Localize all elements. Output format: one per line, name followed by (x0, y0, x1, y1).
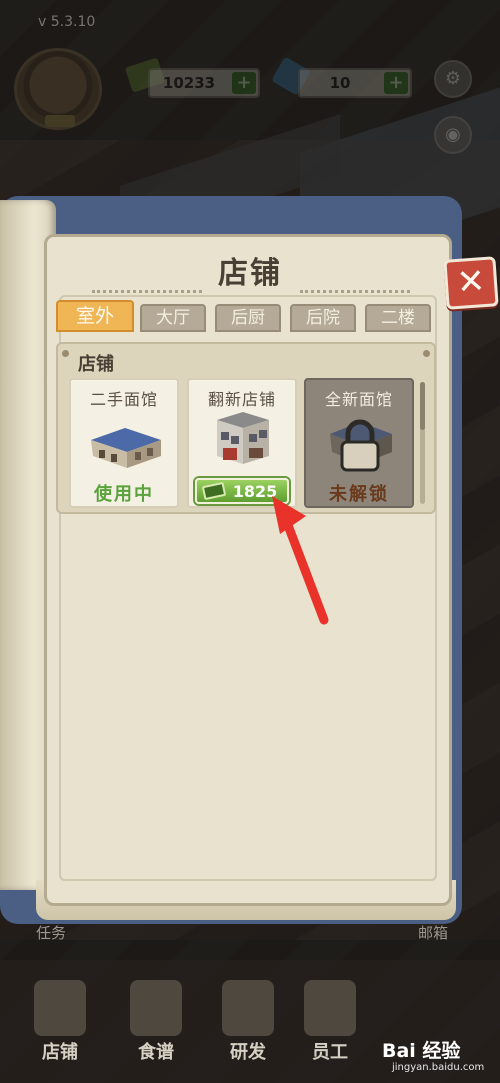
title-divider-right (300, 290, 410, 293)
nav-recipes-label: 食谱 (138, 1042, 174, 1063)
panel-title: 店铺 (218, 256, 282, 291)
card-name: 二手面馆 (89, 390, 158, 409)
tab-second-floor[interactable]: 二楼 (365, 304, 431, 332)
cards-scrollbar[interactable] (420, 382, 425, 504)
rivet (423, 350, 430, 357)
nav-shop-label: 店铺 (42, 1042, 78, 1063)
shop-panel (44, 234, 452, 906)
card-name: 全新面馆 (324, 390, 393, 409)
money-icon (201, 481, 227, 501)
task-label[interactable]: 任务 (36, 922, 66, 943)
title-divider-left (92, 290, 202, 293)
nav-research[interactable]: 研发 (208, 974, 288, 1074)
section-title: 店铺 (78, 354, 114, 375)
baidu-watermark: Bai 经验 (382, 1040, 461, 1062)
nav-research-label: 研发 (230, 1042, 266, 1063)
shop-icon (34, 980, 86, 1036)
nav-staff[interactable]: 员工 (290, 974, 370, 1074)
tab-outdoor[interactable]: 室外 (56, 300, 134, 332)
tab-hall[interactable]: 大厅 (140, 304, 206, 332)
rivet (62, 350, 69, 357)
cooking-pot-icon (222, 980, 274, 1036)
nav-shop[interactable]: 店铺 (20, 974, 100, 1074)
recipe-book-icon (130, 980, 182, 1036)
scrollbar-thumb[interactable] (420, 382, 425, 430)
lock-icon (330, 419, 392, 472)
staff-icon (304, 980, 356, 1036)
tab-backyard[interactable]: 后院 (290, 304, 356, 332)
renovated-shop-building-icon (217, 412, 269, 464)
red-arrow-annotation (272, 496, 329, 625)
shop-card-renovated-shop[interactable]: 翻新店铺 1825 (187, 378, 297, 508)
old-shop-building-icon (91, 428, 161, 468)
close-button[interactable]: ✕ (443, 256, 499, 310)
nav-recipes[interactable]: 食谱 (116, 974, 196, 1074)
nav-staff-label: 员工 (312, 1042, 348, 1063)
baidu-watermark-url: jingyan.baidu.com (392, 1062, 485, 1073)
category-tabs: 室外 大厅 后厨 后院 二楼 (56, 300, 436, 334)
status-in-use: 使用中 (94, 484, 154, 505)
tab-kitchen[interactable]: 后厨 (215, 304, 281, 332)
mail-label[interactable]: 邮箱 (418, 922, 448, 943)
shop-card-new-noodle-house[interactable]: 全新面馆 未解锁 (304, 378, 414, 508)
shop-card-used-noodle-house[interactable]: 二手面馆 使用中 (69, 378, 179, 508)
